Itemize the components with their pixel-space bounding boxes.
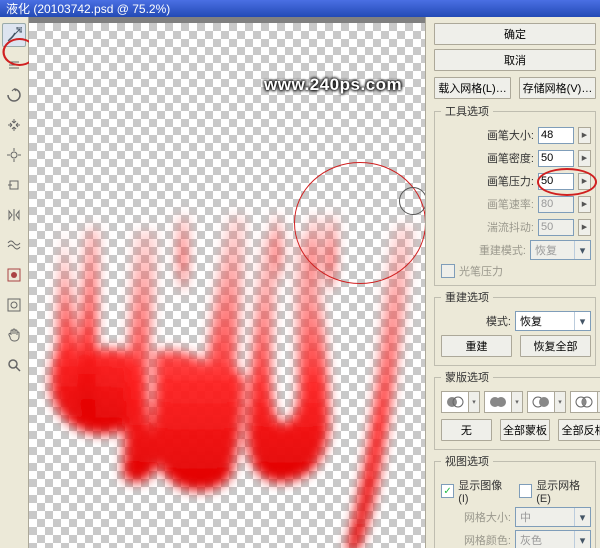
- mask-subtract-icon[interactable]: [527, 391, 555, 413]
- mask-add-icon[interactable]: [484, 391, 512, 413]
- turb-jitter-label: 湍流抖动:: [441, 219, 534, 235]
- view-group: 视图选项 ✓显示图像(I) 显示网格(E) 网格大小: 中▾ 网格颜色: 灰色▾…: [434, 453, 596, 548]
- mask-mode-row: ▾ ▾ ▾ ▾: [441, 391, 600, 413]
- save-mesh-button[interactable]: 存储网格(V)…: [519, 77, 596, 99]
- titlebar: 液化 (20103742.psd @ 75.2%): [0, 0, 600, 17]
- cancel-button[interactable]: 取消: [434, 49, 596, 71]
- ok-button[interactable]: 确定: [434, 23, 596, 45]
- pen-pressure-label: 光笔压力: [459, 263, 503, 279]
- title-text: 液化 (20103742.psd @ 75.2%): [6, 0, 170, 17]
- brush-size-input[interactable]: 48: [538, 127, 574, 144]
- show-image-label: 显示图像(I): [458, 477, 509, 505]
- freeze-mask-tool[interactable]: [2, 263, 26, 287]
- push-left-tool[interactable]: [2, 173, 26, 197]
- zoom-tool[interactable]: [2, 353, 26, 377]
- brush-rate-input: 80: [538, 196, 574, 213]
- reconstruct-label: 重建选项: [441, 289, 493, 305]
- tool-strip: [0, 17, 29, 548]
- brush-pressure-input[interactable]: 50: [538, 173, 574, 190]
- load-mesh-button[interactable]: 载入网格(L)…: [434, 77, 511, 99]
- recon-mode2-label: 模式:: [441, 313, 511, 329]
- brush-size-stepper[interactable]: ▶: [578, 127, 591, 144]
- highlight-ring-canvas: [294, 162, 425, 284]
- mirror-tool[interactable]: [2, 203, 26, 227]
- mask-label: 蒙版选项: [441, 369, 493, 385]
- recon-mode-row: 重建模式: 恢复▾: [441, 240, 591, 260]
- recon-mode2-combo[interactable]: 恢复▾: [515, 311, 591, 331]
- brush-density-label: 画笔密度:: [441, 150, 534, 166]
- options-panel: 确定 取消 载入网格(L)… 存储网格(V)… 工具选项 画笔大小: 48 ▶ …: [425, 17, 600, 548]
- restore-all-button[interactable]: 恢复全部: [520, 335, 591, 357]
- brush-cursor: [399, 187, 425, 215]
- twirl-cw-tool[interactable]: [2, 83, 26, 107]
- reconstruct-button[interactable]: 重建: [441, 335, 512, 357]
- pen-pressure-check: 光笔压力: [441, 263, 591, 279]
- mask-subtract-dd[interactable]: ▾: [555, 391, 566, 413]
- mask-replace-dd[interactable]: ▾: [469, 391, 480, 413]
- mask-none-button[interactable]: 无: [441, 419, 492, 441]
- brush-pressure-stepper[interactable]: ▶: [578, 173, 591, 190]
- brush-density-input[interactable]: 50: [538, 150, 574, 167]
- mesh-size-label: 网格大小:: [441, 509, 511, 525]
- brush-size-row: 画笔大小: 48 ▶: [441, 125, 591, 145]
- turb-jitter-input: 50: [538, 219, 574, 236]
- pucker-tool[interactable]: [2, 113, 26, 137]
- mask-replace-icon[interactable]: [441, 391, 469, 413]
- show-mesh-label: 显示网格(E): [536, 477, 591, 505]
- mesh-size-combo: 中▾: [515, 507, 591, 527]
- recon-mode2-value: 恢复: [520, 313, 542, 329]
- recon-mode-label: 重建模式:: [441, 242, 526, 258]
- thaw-mask-tool[interactable]: [2, 293, 26, 317]
- view-label: 视图选项: [441, 453, 493, 469]
- recon-mode-value: 恢复: [535, 242, 557, 258]
- brush-rate-stepper: ▶: [578, 196, 591, 213]
- mesh-color-value: 灰色: [520, 532, 542, 548]
- turb-jitter-row: 湍流抖动: 50 ▶: [441, 217, 591, 237]
- mask-add-dd[interactable]: ▾: [512, 391, 523, 413]
- brush-pressure-label: 画笔压力:: [441, 173, 534, 189]
- brush-rate-row: 画笔速率: 80 ▶: [441, 194, 591, 214]
- mesh-color-combo: 灰色▾: [515, 530, 591, 548]
- reconstruct-group: 重建选项 模式: 恢复▾ 重建 恢复全部: [434, 289, 596, 366]
- liquify-dialog: 液化 (20103742.psd @ 75.2%): [0, 0, 600, 548]
- tool-options-label: 工具选项: [441, 103, 493, 119]
- brush-rate-label: 画笔速率:: [441, 196, 534, 212]
- recon-mode-combo: 恢复▾: [530, 240, 591, 260]
- mesh-color-label: 网格颜色:: [441, 532, 511, 548]
- bloat-tool[interactable]: [2, 143, 26, 167]
- mask-intersect-icon[interactable]: [570, 391, 598, 413]
- show-mesh-check[interactable]: 显示网格(E): [519, 477, 591, 505]
- watermark: www.240ps.com: [264, 75, 402, 95]
- mesh-size-value: 中: [520, 509, 531, 525]
- turb-jitter-stepper: ▶: [578, 219, 591, 236]
- mask-invert-button[interactable]: 全部反相: [558, 419, 600, 441]
- mask-group: 蒙版选项 ▾ ▾ ▾ ▾ 无 全部蒙板 全部反相: [434, 369, 600, 450]
- show-image-check[interactable]: ✓显示图像(I): [441, 477, 509, 505]
- mask-all-button[interactable]: 全部蒙板: [500, 419, 551, 441]
- brush-density-row: 画笔密度: 50 ▶: [441, 148, 591, 168]
- tool-options-group: 工具选项 画笔大小: 48 ▶ 画笔密度: 50 ▶ 画笔压力: 50 ▶: [434, 103, 596, 286]
- preview-canvas[interactable]: www.240ps.com: [29, 17, 425, 548]
- brush-density-stepper[interactable]: ▶: [578, 150, 591, 167]
- brush-pressure-row: 画笔压力: 50 ▶: [441, 171, 591, 191]
- brush-size-label: 画笔大小:: [441, 127, 534, 143]
- turbulence-tool[interactable]: [2, 233, 26, 257]
- hand-tool[interactable]: [2, 323, 26, 347]
